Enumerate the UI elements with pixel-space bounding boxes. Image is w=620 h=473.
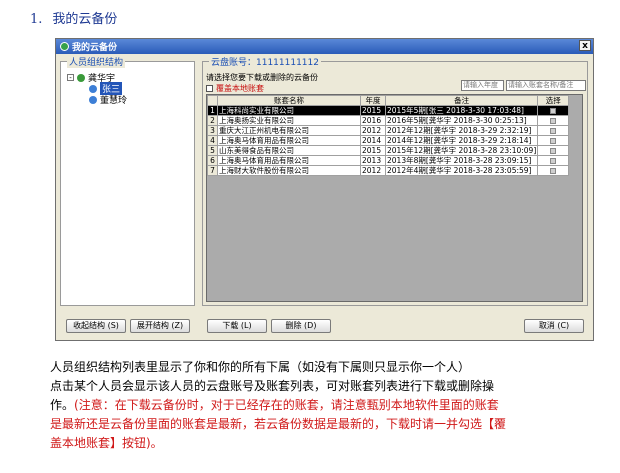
select-cell[interactable] (537, 135, 570, 146)
row-select-checkbox[interactable] (550, 137, 557, 144)
account-set-year: 2013 (360, 155, 386, 166)
account-set-year: 2015 (360, 145, 386, 156)
account-set-note: 2015年12期[龚华宇 2018-3-28 23:10:09] (384, 145, 539, 156)
heading-number: 1. (30, 12, 43, 27)
account-set-name: 上海科尚实业有限公司 (217, 105, 361, 116)
row-number: 7 (207, 165, 218, 176)
row-number: 5 (207, 145, 218, 156)
cloud-backup-window: 我的云备份 x 人员组织结构 - 龚华宇 张三 董慧玲 云盘账号：1111111… (55, 38, 594, 341)
overwrite-local-label: 覆盖本地账套 (216, 84, 264, 93)
cloud-account-label: 云盘账号：11111111112 (209, 55, 321, 68)
cloud-account-panel: 云盘账号：11111111112 请选择您要下载或删除的云备份 覆盖本地账套 请… (202, 55, 588, 306)
window-title: 我的云备份 (72, 43, 118, 53)
column-header[interactable]: 账套名称 (217, 95, 361, 106)
select-cell[interactable] (537, 165, 570, 176)
account-set-year: 2014 (360, 135, 386, 146)
delete-button[interactable]: 删除 (D) (271, 319, 331, 333)
table-row[interactable]: 7 上海财大软件股份有限公司 2012 2012年4期[龚华宇 2018-3-28 2… (207, 165, 570, 176)
name-search-input[interactable]: 请输入账套名称/备注 (506, 80, 586, 91)
row-number: 2 (207, 115, 218, 126)
select-cell[interactable] (537, 105, 570, 116)
column-header[interactable]: 备注 (384, 95, 539, 106)
person-icon (77, 73, 85, 82)
download-button[interactable]: 下载 (L) (207, 319, 267, 333)
row-number: 1 (207, 105, 218, 116)
overwrite-local-checkbox[interactable]: 覆盖本地账套 (206, 83, 264, 94)
year-search-input[interactable]: 请输入年度 (461, 80, 504, 91)
account-set-note: 2012年12期[龚华宇 2018-3-29 2:32:19] (384, 125, 539, 136)
account-set-year: 2012 (360, 165, 386, 176)
window-titlebar: 我的云备份 x (56, 39, 593, 54)
expand-structure-button[interactable]: 展开结构 (Z) (130, 319, 190, 333)
column-header[interactable]: 年度 (360, 95, 386, 106)
account-set-note: 2016年5期[龚华宇 2018-3-30 0:25:13] (384, 115, 539, 126)
row-number: 4 (207, 135, 218, 146)
cancel-button[interactable]: 取消 (C) (524, 319, 584, 333)
row-select-checkbox[interactable] (550, 157, 557, 164)
row-select-checkbox[interactable] (550, 127, 557, 134)
row-select-checkbox[interactable] (550, 147, 557, 154)
desc-line-5: 盖本地账套】按钮)。 (50, 436, 163, 450)
desc-line-3: 作。(注意：在下载云备份时，对于已经存在的账套，请注意甄别本地软件里面的账套 (50, 396, 610, 415)
desc-line-1: 人员组织结构列表里显示了你和你的所有下属（如没有下属则只显示你一个人） (50, 360, 471, 374)
select-cell[interactable] (537, 155, 570, 166)
table-row[interactable]: 4 上海奥马体育用品有限公司 2014 2014年12期[龚华宇 2018-3-29 … (207, 135, 570, 146)
account-set-year: 2015 (360, 105, 386, 116)
account-set-table: 账套名称 年度 备注 选择 1 上海科尚实业有限公司 2015 2015年5期[张三 … (207, 95, 570, 176)
row-select-checkbox[interactable] (550, 107, 557, 114)
account-set-name: 重庆大江正州机电有限公司 (217, 125, 361, 136)
row-select-checkbox[interactable] (550, 117, 557, 124)
account-set-name: 上海奥马体育用品有限公司 (217, 135, 361, 146)
account-set-name: 上海奥马体育用品有限公司 (217, 155, 361, 166)
table-row[interactable]: 1 上海科尚实业有限公司 2015 2015年5期[张三 2018-3-30 17:0… (207, 105, 570, 116)
table-row[interactable]: 3 重庆大江正州机电有限公司 2012 2012年12期[龚华宇 2018-3-29 … (207, 125, 570, 136)
select-cell[interactable] (537, 145, 570, 156)
table-row[interactable]: 6 上海奥马体育用品有限公司 2013 2013年8期[龚华宇 2018-3-28 2… (207, 155, 570, 166)
close-button[interactable]: x (579, 40, 591, 51)
account-set-note: 2015年5期[张三 2018-3-30 17:03:48] (384, 105, 539, 116)
account-set-name: 上海财大软件股份有限公司 (217, 165, 361, 176)
checkbox-box[interactable] (206, 85, 213, 92)
desc-line-2: 点击某个人员会显示该人员的云盘账号及账套列表，可对账套列表进行下载或删除操 (50, 379, 495, 393)
tree-node-child[interactable]: 董慧玲 (89, 94, 128, 106)
row-number: 6 (207, 155, 218, 166)
org-structure-label: 人员组织结构 (67, 55, 126, 68)
account-set-note: 2013年8期[龚华宇 2018-3-28 23:09:15] (384, 155, 539, 166)
desc-line-4: 是最新还是云备份里面的账套是最新，若云备份数据是最新的，下载时请一并勾选【覆 (50, 417, 507, 431)
org-tree: - 龚华宇 张三 董慧玲 (67, 72, 128, 106)
column-header[interactable]: 选择 (537, 95, 570, 106)
account-set-year: 2012 (360, 125, 386, 136)
collapse-toggle-icon[interactable]: - (67, 74, 74, 82)
table-header-row: 账套名称 年度 备注 选择 (207, 95, 570, 106)
section-heading: 1. 我的云备份 (30, 8, 117, 27)
table-row[interactable]: 5 山东美得食品有限公司 2015 2015年12期[龚华宇 2018-3-28 23… (207, 145, 570, 156)
person-icon (89, 95, 97, 104)
account-set-note: 2012年4期[龚华宇 2018-3-28 23:05:59] (384, 165, 539, 176)
tree-node-label: 董慧玲 (100, 96, 128, 106)
account-set-name: 上海奥扬实业有限公司 (217, 115, 361, 126)
org-structure-panel: 人员组织结构 - 龚华宇 张三 董慧玲 (60, 55, 195, 306)
row-number: 3 (207, 125, 218, 136)
person-icon (89, 84, 97, 93)
account-set-note: 2014年12期[龚华宇 2018-3-29 2:18:14] (384, 135, 539, 146)
desc-line-3-black: 作。 (50, 398, 75, 412)
account-set-name: 山东美得食品有限公司 (217, 145, 361, 156)
collapse-structure-button[interactable]: 收起结构 (S) (66, 319, 126, 333)
account-set-year: 2016 (360, 115, 386, 126)
row-select-checkbox[interactable] (550, 167, 557, 174)
select-cell[interactable] (537, 125, 570, 136)
row-number-header (207, 95, 218, 106)
desc-line-3-red: (注意：在下载云备份时，对于已经存在的账套，请注意甄别本地软件里面的账套 (74, 398, 499, 412)
table-row[interactable]: 2 上海奥扬实业有限公司 2016 2016年5期[龚华宇 2018-3-30 0:2… (207, 115, 570, 126)
heading-title: 我的云备份 (52, 12, 118, 27)
account-set-grid: 账套名称 年度 备注 选择 1 上海科尚实业有限公司 2015 2015年5期[张三 … (206, 94, 583, 302)
app-logo-icon (60, 42, 69, 51)
instruction-text: 请选择您要下载或删除的云备份 (206, 73, 318, 82)
select-cell[interactable] (537, 115, 570, 126)
